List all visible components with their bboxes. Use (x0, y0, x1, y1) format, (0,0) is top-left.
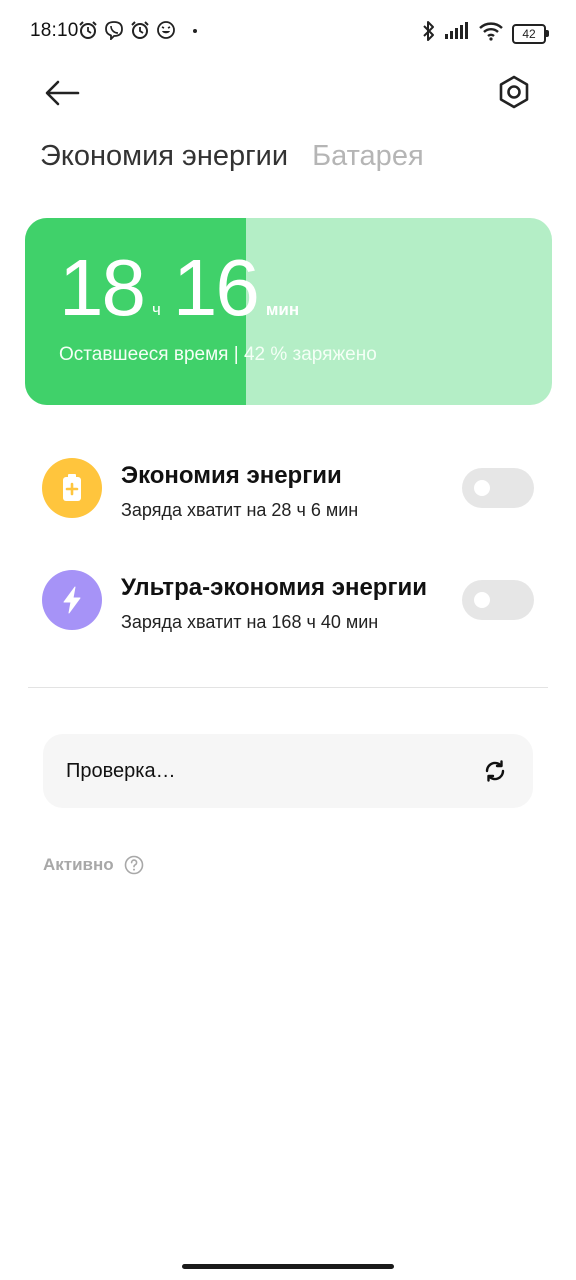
battery-plus-icon (42, 458, 102, 518)
power-saving-title: Экономия энергии (121, 462, 342, 489)
help-icon[interactable] (124, 855, 144, 875)
power-saving-row[interactable]: Экономия энергии Заряда хватит на 28 ч 6… (42, 458, 534, 522)
status-bar: 18:10 42 (0, 0, 576, 64)
scan-label: Проверка… (66, 760, 176, 782)
status-system-icons: 42 (422, 20, 549, 47)
tab-battery[interactable]: Батарея (312, 140, 424, 173)
emoji-icon (156, 20, 176, 40)
lightning-icon (42, 570, 102, 630)
status-notification-icons (78, 20, 176, 40)
remaining-minutes: 16 (172, 243, 260, 332)
refresh-icon[interactable] (483, 759, 507, 783)
section-divider (28, 687, 548, 688)
ultra-power-saving-toggle[interactable] (462, 580, 534, 620)
status-more-dot (193, 29, 197, 33)
hexagon-gear-icon (499, 75, 529, 109)
remaining-hours: 18 (59, 243, 146, 332)
power-saving-subtitle: Заряда хватит на 28 ч 6 мин (121, 500, 359, 520)
tab-bar: Экономия энергии Батарея (40, 140, 424, 173)
remaining-subtitle: Оставшееся время | 42 % заряжено (59, 344, 377, 365)
power-saving-toggle[interactable] (462, 468, 534, 508)
alarm-icon (78, 20, 98, 40)
battery-level: 42 (522, 26, 536, 41)
battery-icon: 42 (512, 23, 549, 44)
scan-card[interactable]: Проверка… (43, 734, 533, 808)
battery-remaining-card: 18 ч 16 мин Оставшееся время | 42 % заря… (25, 218, 552, 405)
ultra-power-saving-title: Ультра-экономия энергии (121, 574, 427, 601)
ultra-power-saving-subtitle: Заряда хватит на 168 ч 40 мин (121, 612, 379, 632)
viber-icon (104, 20, 124, 40)
bluetooth-icon (422, 20, 436, 47)
wifi-icon (478, 21, 504, 46)
tab-power-saving[interactable]: Экономия энергии (40, 140, 288, 173)
home-indicator[interactable] (182, 1264, 394, 1269)
hours-unit: ч (151, 300, 161, 319)
toggle-knob (474, 480, 490, 496)
minutes-unit: мин (265, 300, 300, 319)
settings-button[interactable] (494, 72, 534, 112)
active-section-header: Активно (43, 855, 144, 875)
ultra-power-saving-row[interactable]: Ультра-экономия энергии Заряда хватит на… (42, 570, 534, 634)
alarm-icon (130, 20, 150, 40)
remaining-time: 18 ч 16 мин (59, 248, 311, 328)
status-time: 18:10 (30, 20, 79, 41)
signal-icon (444, 22, 470, 45)
back-button[interactable] (42, 74, 82, 114)
active-label: Активно (43, 855, 114, 874)
toggle-knob (474, 592, 490, 608)
arrow-left-icon (45, 80, 80, 106)
